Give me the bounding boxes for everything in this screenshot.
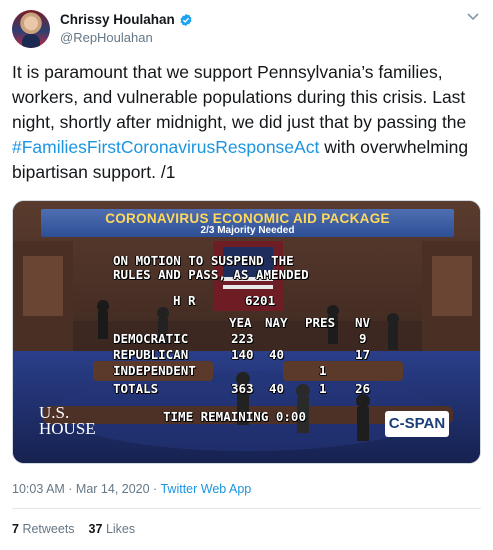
aid-package-banner: CORONAVIRUS ECONOMIC AID PACKAGE 2/3 Maj… bbox=[41, 209, 454, 237]
display-name[interactable]: Chrissy Houlahan bbox=[60, 12, 175, 27]
banner-subtitle: 2/3 Majority Needed bbox=[200, 225, 295, 236]
tweet-header: Chrissy Houlahan @RepHoulahan bbox=[12, 10, 482, 50]
tweet-card: Chrissy Houlahan @RepHoulahan It is para… bbox=[0, 0, 493, 550]
col-header-yea: YEA bbox=[229, 315, 252, 330]
avatar[interactable] bbox=[12, 10, 50, 48]
bill-label: H R bbox=[173, 293, 196, 308]
col-header-nay: NAY bbox=[265, 315, 288, 330]
house-logo-line2: HOUSE bbox=[39, 419, 96, 438]
row-nv: 9 bbox=[359, 331, 367, 346]
row-pres: 1 bbox=[319, 381, 327, 396]
col-header-pres: PRES bbox=[305, 315, 336, 330]
us-house-logo: U.S. HOUSE bbox=[39, 404, 105, 443]
tweet-meta: 10:03 AM · Mar 14, 2020 · Twitter Web Ap… bbox=[12, 482, 251, 496]
source-link[interactable]: Twitter Web App bbox=[160, 482, 251, 496]
likes-stat[interactable]: 37 Likes bbox=[89, 522, 136, 536]
row-yea: 223 bbox=[231, 331, 254, 346]
time-remaining: TIME REMAINING 0:00 bbox=[163, 409, 306, 424]
row-pres: 1 bbox=[319, 363, 327, 378]
user-handle[interactable]: @RepHoulahan bbox=[60, 30, 153, 45]
cspan-logo: C-SPAN bbox=[385, 411, 449, 437]
row-party: TOTALS bbox=[113, 381, 159, 396]
retweets-label: Retweets bbox=[22, 522, 75, 536]
row-nv: 26 bbox=[355, 381, 371, 396]
col-header-nv: NV bbox=[355, 315, 371, 330]
video-frame[interactable]: CORONAVIRUS ECONOMIC AID PACKAGE 2/3 Maj… bbox=[12, 200, 481, 464]
tweet-text: It is paramount that we support Pennsylv… bbox=[12, 60, 482, 185]
likes-count: 37 bbox=[88, 522, 103, 536]
timestamp[interactable]: 10:03 AM · Mar 14, 2020 · bbox=[12, 482, 160, 496]
verified-badge-icon bbox=[180, 13, 192, 26]
row-party: DEMOCRATIC bbox=[113, 331, 189, 346]
divider bbox=[12, 508, 481, 509]
row-nay: 40 bbox=[269, 347, 285, 362]
row-nay: 40 bbox=[269, 381, 285, 396]
banner-title: CORONAVIRUS ECONOMIC AID PACKAGE bbox=[105, 211, 390, 226]
row-party: REPUBLICAN bbox=[113, 347, 189, 362]
bill-number: 6201 bbox=[245, 293, 276, 308]
row-nv: 17 bbox=[355, 347, 371, 362]
row-yea: 140 bbox=[231, 347, 254, 362]
retweets-stat[interactable]: 7 Retweets bbox=[12, 522, 75, 536]
row-yea: 363 bbox=[231, 381, 254, 396]
retweets-count: 7 bbox=[12, 522, 19, 536]
row-party: INDEPENDENT bbox=[113, 363, 196, 378]
name-row: Chrissy Houlahan bbox=[60, 12, 193, 27]
motion-line-2: RULES AND PASS, AS AMENDED bbox=[113, 267, 309, 282]
likes-label: Likes bbox=[105, 522, 136, 536]
hashtag-link[interactable]: #FamiliesFirstCoronavirusResponseAct bbox=[12, 137, 319, 157]
chevron-down-icon[interactable] bbox=[466, 12, 480, 22]
tweet-stats: 7 Retweets 37 Likes bbox=[12, 522, 135, 536]
tweet-text-part: It is paramount that we support Pennsylv… bbox=[12, 62, 467, 132]
motion-line-1: ON MOTION TO SUSPEND THE bbox=[113, 253, 294, 268]
